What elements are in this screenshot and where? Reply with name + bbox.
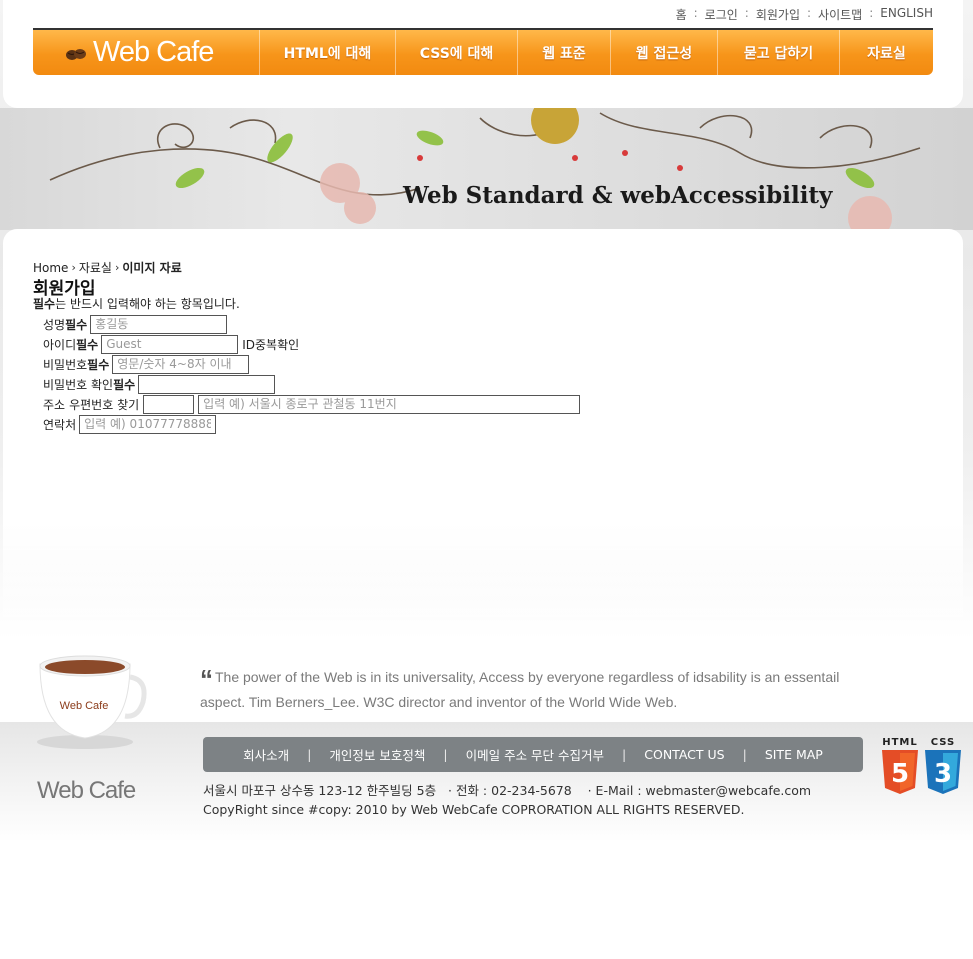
coffee-beans-icon	[66, 49, 86, 60]
html5-number: 5	[891, 759, 909, 789]
footer-link-about[interactable]: 회사소개	[243, 745, 289, 764]
chevron-right-icon: ›	[114, 261, 120, 274]
name-input[interactable]	[90, 314, 228, 334]
name-label: 성명	[43, 317, 66, 332]
quote-mark-icon: “	[200, 664, 213, 694]
zipcode-input[interactable]	[143, 394, 195, 414]
utility-nav: 홈: 로그인: 회원가입: 사이트맵: ENGLISH	[676, 6, 933, 23]
logo-text: Web Cafe	[93, 36, 214, 68]
address-line: 서울시 마포구 상수동 123-12 한주빌딩 5층 · 전화 : 02-234…	[203, 783, 812, 798]
gnb-item-archive[interactable]: 자료실	[839, 30, 933, 75]
separator: :	[744, 6, 749, 20]
footer-link-sitemap[interactable]: SITE MAP	[765, 747, 823, 762]
footer-logo: Web Cafe	[37, 777, 136, 804]
cup-label: Web Cafe	[60, 700, 109, 712]
password-label: 비밀번호	[43, 357, 88, 372]
util-link-english[interactable]: ENGLISH	[880, 6, 933, 23]
chevron-right-icon: ›	[71, 261, 76, 274]
copyright: CopyRight since #copy: 2010 by Web WebCa…	[203, 802, 745, 817]
util-link-login[interactable]: 로그인	[705, 6, 738, 23]
breadcrumb-current: 이미지 자료	[122, 261, 182, 275]
address-label: 주소	[43, 397, 66, 412]
separator: |	[307, 747, 312, 762]
util-link-join[interactable]: 회원가입	[756, 6, 800, 23]
util-link-sitemap[interactable]: 사이트맵	[818, 6, 862, 23]
required-mark: 필수	[113, 377, 136, 392]
required-note-strong: 필수	[33, 297, 56, 311]
required-mark: 필수	[87, 357, 110, 372]
logo[interactable]: Web Cafe	[33, 30, 259, 75]
html5-badge: HTML 5	[880, 737, 920, 800]
html5-shield-icon: 5	[882, 750, 918, 794]
html5-label: HTML	[882, 737, 918, 748]
separator: :	[869, 6, 874, 20]
quote: “The power of the Web is in its universa…	[200, 666, 840, 714]
gnb-item-accessibility[interactable]: 웹 접근성	[610, 30, 717, 75]
css3-badge: CSS 3	[923, 737, 963, 800]
separator: |	[742, 747, 747, 762]
content-area	[3, 229, 963, 649]
form-row-name: 성명 필수	[43, 314, 228, 334]
separator: :	[693, 6, 698, 20]
required-note: 필수는 반드시 입력해야 하는 항목입니다.	[33, 295, 240, 312]
gnb-item-css[interactable]: CSS에 대해	[395, 30, 517, 75]
contact-input[interactable]	[79, 414, 217, 434]
form-row-userid: 아이디필수 ID중복확인	[43, 334, 299, 354]
required-mark: 필수	[65, 317, 88, 332]
floral-decoration-image	[49, 108, 921, 230]
required-mark: 필수	[76, 337, 99, 352]
banner-title: Web Standard & webAccessibility	[403, 182, 833, 209]
footer-nav: 회사소개 | 개인정보 보호정책 | 이메일 주소 무단 수집거부 | CONTACT…	[203, 737, 863, 772]
id-duplicate-check-link[interactable]: ID중복확인	[242, 336, 299, 353]
footer-link-contact[interactable]: CONTACT US	[644, 747, 724, 762]
address-input[interactable]	[198, 394, 581, 414]
breadcrumb-home[interactable]: Home	[33, 261, 68, 275]
password-confirm-label: 비밀번호 확인	[43, 377, 114, 392]
global-nav: Web Cafe HTML에 대해 CSS에 대해 웹 표준 웹 접근성 묻고 …	[33, 30, 933, 75]
banner: Web Standard & webAccessibility	[0, 108, 973, 230]
password-input[interactable]	[112, 354, 250, 374]
footer-link-email-policy[interactable]: 이메일 주소 무단 수집거부	[466, 745, 604, 764]
form-row-address: 주소 우편번호 찾기	[43, 394, 581, 414]
gnb-item-web-standard[interactable]: 웹 표준	[517, 30, 610, 75]
separator: |	[443, 747, 448, 762]
separator: :	[807, 6, 812, 20]
util-link-home[interactable]: 홈	[676, 6, 687, 23]
form-row-contact: 연락처	[43, 414, 217, 434]
css3-number: 3	[934, 759, 952, 789]
footer-link-privacy[interactable]: 개인정보 보호정책	[329, 745, 425, 764]
form-row-password: 비밀번호 필수	[43, 354, 250, 374]
zipcode-find-link[interactable]: 우편번호 찾기	[69, 396, 139, 413]
contact-label: 연락처	[43, 417, 77, 432]
gnb-item-qna[interactable]: 묻고 답하기	[717, 30, 839, 75]
company-info: 서울시 마포구 상수동 123-12 한주빌딩 5층 · 전화 : 02-234…	[203, 781, 811, 819]
required-note-text: 는 반드시 입력해야 하는 항목입니다.	[55, 297, 240, 311]
css3-shield-icon: 3	[925, 750, 961, 794]
css3-label: CSS	[930, 737, 956, 748]
password-confirm-input[interactable]	[138, 374, 276, 394]
quote-author: Tim Berners_Lee. W3C director and invent…	[248, 694, 678, 710]
userid-input[interactable]	[101, 334, 239, 354]
coffee-cup-image: Web Cafe	[37, 655, 147, 749]
gnb-item-html[interactable]: HTML에 대해	[259, 30, 395, 75]
userid-label: 아이디	[43, 337, 77, 352]
form-row-password-confirm: 비밀번호 확인 필수	[43, 374, 276, 394]
separator: |	[622, 747, 627, 762]
